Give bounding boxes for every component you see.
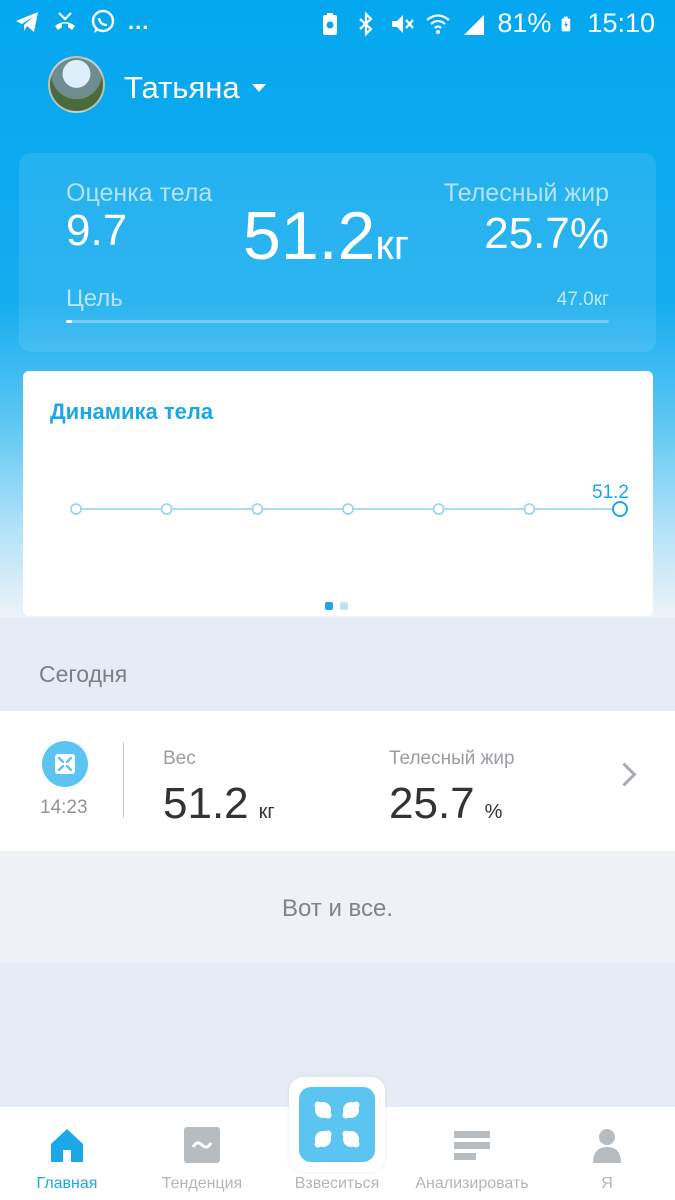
tab-me[interactable]: Я <box>542 1107 672 1200</box>
tab-home[interactable]: Главная <box>2 1107 132 1200</box>
dynamics-chart: 51.2 <box>70 482 629 517</box>
whatsapp-icon <box>91 9 115 33</box>
record-weight: 51.2 кг <box>163 779 275 829</box>
wifi-icon <box>426 13 451 34</box>
status-bar: ... 81% 15:10 <box>0 0 675 48</box>
end-of-list: Вот и все. <box>0 851 675 963</box>
mute-icon <box>392 14 415 33</box>
current-weight-unit: кг <box>375 221 410 268</box>
record-divider <box>123 742 124 818</box>
record-fat: 25.7% <box>389 779 502 829</box>
tab-trend[interactable]: Тенденция <box>137 1107 267 1200</box>
record-weight-unit: кг <box>258 801 275 823</box>
page-indicator <box>325 602 348 610</box>
scale-icon <box>42 741 88 787</box>
chart-point[interactable] <box>70 503 82 515</box>
clock: 15:10 <box>587 8 655 38</box>
weigh-button[interactable] <box>289 1077 385 1172</box>
body-dynamics-card[interactable]: Динамика тела 51.2 <box>23 371 653 616</box>
page-dot-2[interactable] <box>340 602 348 610</box>
chevron-right-icon[interactable] <box>612 762 637 787</box>
record-weight-label: Вес <box>163 748 196 769</box>
body-fat-value: 25.7% <box>484 209 609 258</box>
record-fat-unit: % <box>484 801 503 823</box>
avatar[interactable] <box>48 56 105 113</box>
analyze-icon <box>454 1131 490 1160</box>
tab-trend-label: Тенденция <box>161 1175 243 1192</box>
tab-analyze[interactable]: Анализировать <box>407 1107 537 1200</box>
page-dot-1[interactable] <box>325 602 333 610</box>
record-weight-value: 51.2 <box>163 779 249 828</box>
chart-point[interactable] <box>160 503 173 515</box>
record-time: 14:23 <box>40 797 88 818</box>
home-icon <box>51 1129 83 1162</box>
current-weight: 51.2кг <box>243 197 409 275</box>
user-name[interactable]: Татьяна <box>124 70 240 106</box>
chart-point[interactable] <box>342 503 354 515</box>
tab-me-label: Я <box>601 1175 613 1192</box>
battery-percent: 81% <box>497 8 552 38</box>
bluetooth-icon <box>359 10 373 37</box>
chevron-down-icon[interactable] <box>252 84 266 92</box>
record-fat-label: Телесный жир <box>389 748 515 769</box>
chart-point[interactable] <box>612 501 628 517</box>
body-fat-label: Телесный жир <box>443 179 609 207</box>
body-score-label: Оценка тела <box>66 179 213 207</box>
today-section-label: Сегодня <box>39 661 128 687</box>
goal-value: 47.0кг <box>556 289 609 310</box>
chart-point[interactable] <box>432 503 445 515</box>
chart-point[interactable] <box>251 503 264 515</box>
goal-progress-fill <box>66 320 72 323</box>
more-notifications: ... <box>128 9 150 34</box>
goal-label: Цель <box>66 285 123 312</box>
goal-progress-track <box>66 320 609 323</box>
signal-icon <box>464 14 485 35</box>
telegram-icon <box>16 12 38 32</box>
body-summary-card[interactable]: Оценка тела 9.7 51.2кг Телесный жир 25.7… <box>19 153 656 352</box>
tab-weigh-label: Взвеситься <box>294 1175 380 1192</box>
missed-call-icon <box>55 12 75 30</box>
tab-home-label: Главная <box>36 1175 98 1192</box>
current-weight-value: 51.2 <box>243 198 376 274</box>
body-score-value: 9.7 <box>66 206 128 255</box>
chart-data-label: 51.2 <box>592 482 629 503</box>
battery-saver-icon <box>323 12 338 35</box>
weighing-record[interactable]: 14:23 Вес 51.2 кг Телесный жир 25.7% <box>0 711 675 851</box>
profile-icon <box>593 1129 621 1163</box>
tab-analyze-label: Анализировать <box>415 1175 529 1192</box>
battery-charging-icon <box>562 16 571 31</box>
record-fat-value: 25.7 <box>389 779 475 828</box>
trend-icon <box>184 1127 220 1163</box>
scale-button-icon <box>299 1087 375 1162</box>
chart-point[interactable] <box>523 503 536 515</box>
end-of-list-text: Вот и все. <box>281 895 394 922</box>
